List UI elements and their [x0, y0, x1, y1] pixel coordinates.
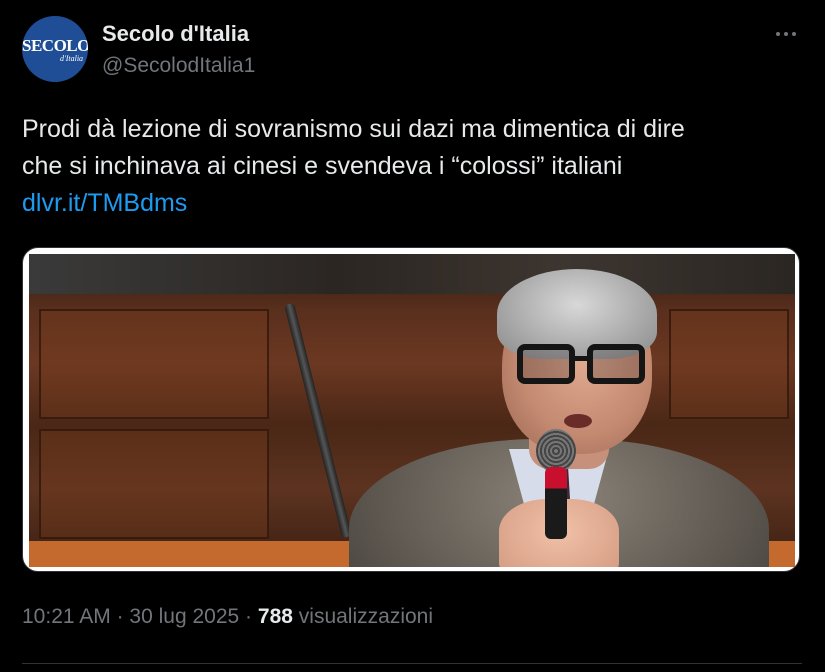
photo-mic-stand	[284, 302, 352, 539]
author-display-name[interactable]: Secolo d'Italia	[102, 21, 249, 47]
photo-background-panel	[669, 309, 789, 419]
tweet-time[interactable]: 10:21 AM	[22, 605, 111, 628]
tweet-photo[interactable]	[29, 254, 795, 567]
more-horizontal-icon-dot	[784, 32, 788, 36]
meta-separator: ·	[116, 605, 124, 628]
avatar[interactable]: SECOLO d'Italia	[22, 16, 88, 82]
tweet-text: Prodi dà lezione di sovranismo sui dazi …	[22, 111, 802, 222]
tweet-date[interactable]: 30 lug 2025	[129, 605, 239, 628]
photo-background-ceiling	[29, 254, 795, 294]
tweet: SECOLO d'Italia Secolo d'Italia @Secolod…	[0, 0, 825, 672]
photo-background-panel	[39, 309, 269, 419]
photo-person-mouth	[564, 414, 592, 428]
tweet-text-line: Prodi dà lezione di sovranismo sui dazi …	[22, 115, 685, 143]
views-label: visualizzazioni	[298, 605, 434, 628]
meta-separator: ·	[245, 605, 253, 628]
divider	[22, 663, 802, 664]
tweet-link[interactable]: dlvr.it/TMBdms	[22, 185, 802, 222]
avatar-logo-subtext: d'Italia	[60, 54, 84, 63]
more-options-button[interactable]	[770, 22, 802, 46]
microphone-icon	[536, 429, 576, 539]
more-horizontal-icon	[776, 32, 780, 36]
tweet-text-line: che si inchinava ai cinesi e svendeva i …	[22, 152, 623, 180]
photo-glasses	[517, 344, 647, 386]
tweet-meta: 10:21 AM · 30 lug 2025 · 788 visualizzaz…	[22, 605, 433, 629]
author-handle[interactable]: @SecolodItalia1	[102, 54, 255, 78]
views-count: 788	[257, 605, 293, 628]
avatar-logo-text: SECOLO	[22, 36, 88, 55]
tweet-media[interactable]	[22, 247, 800, 572]
photo-background-panel	[39, 429, 269, 539]
more-horizontal-icon-dot	[792, 32, 796, 36]
